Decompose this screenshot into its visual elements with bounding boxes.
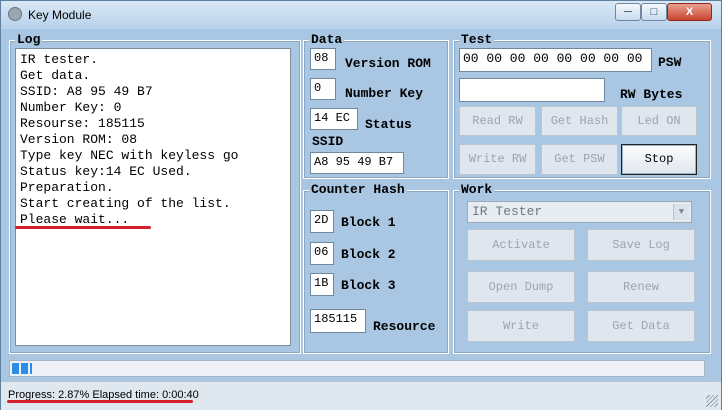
- key-module-window: Key Module ─ □ X Log IR tester. Get data…: [0, 0, 722, 410]
- close-button[interactable]: X: [667, 3, 712, 21]
- log-line: Status key:14 EC Used.: [20, 164, 192, 179]
- resize-grip-icon[interactable]: [706, 395, 718, 407]
- get-data-button[interactable]: Get Data: [587, 310, 695, 342]
- progress-fill: [12, 363, 32, 374]
- progress-bar: [9, 360, 705, 377]
- log-group-title: Log: [15, 32, 43, 47]
- chevron-down-icon[interactable]: ▼: [673, 204, 689, 220]
- rw-bytes-field[interactable]: [459, 78, 605, 102]
- title-bar: Key Module ─ □ X: [1, 1, 721, 29]
- write-rw-button[interactable]: Write RW: [459, 144, 536, 175]
- minimize-button[interactable]: ─: [615, 3, 641, 21]
- number-key-label: Number Key: [345, 86, 424, 101]
- get-psw-button[interactable]: Get PSW: [541, 144, 618, 175]
- log-line: Get data.: [20, 68, 91, 83]
- log-textarea[interactable]: IR tester. Get data. SSID: A8 95 49 B7 N…: [15, 48, 291, 346]
- psw-field[interactable]: 00 00 00 00 00 00 00 00: [459, 48, 652, 72]
- renew-button[interactable]: Renew: [587, 271, 695, 303]
- mode-select-value: IR Tester: [472, 204, 543, 219]
- log-line: Start creating of the list.: [20, 196, 231, 211]
- resource-label: Resource: [373, 319, 436, 334]
- version-rom-field[interactable]: 08: [310, 48, 336, 70]
- window-title: Key Module: [28, 8, 92, 22]
- status-bar: Progress: 2.87% Elapsed time: 0:00:40: [1, 381, 721, 410]
- log-line: Resourse: 185115: [20, 116, 145, 131]
- resource-field[interactable]: 185115: [310, 309, 366, 333]
- number-key-field[interactable]: 0: [310, 78, 336, 100]
- ssid-field[interactable]: A8 95 49 B7: [310, 152, 404, 174]
- log-line: Number Key: 0: [20, 100, 122, 115]
- block-2-label: Block 2: [341, 247, 396, 262]
- log-line: SSID: A8 95 49 B7: [20, 84, 153, 99]
- block-3-field[interactable]: 1B: [310, 273, 334, 296]
- log-line: Version ROM: 08: [20, 132, 138, 147]
- mode-select[interactable]: IR Tester ▼: [467, 201, 692, 223]
- block-1-field[interactable]: 2D: [310, 210, 334, 233]
- log-line: Type key NEC with keyless go: [20, 148, 239, 163]
- maximize-button[interactable]: □: [641, 3, 667, 21]
- log-line: Preparation.: [20, 180, 114, 195]
- test-group-title: Test: [459, 32, 495, 47]
- write-button[interactable]: Write: [467, 310, 575, 342]
- data-group-title: Data: [309, 32, 345, 47]
- activate-button[interactable]: Activate: [467, 229, 575, 261]
- status-highlight-underline: [7, 400, 193, 403]
- version-rom-label: Version ROM: [345, 56, 431, 71]
- block-1-label: Block 1: [341, 215, 396, 230]
- psw-label: PSW: [658, 55, 682, 70]
- open-dump-button[interactable]: Open Dump: [467, 271, 575, 303]
- ssid-label: SSID: [312, 134, 344, 149]
- block-2-field[interactable]: 06: [310, 242, 334, 265]
- stop-button[interactable]: Stop: [621, 144, 697, 175]
- block-3-label: Block 3: [341, 278, 396, 293]
- status-label: Status: [365, 117, 412, 132]
- get-hash-button[interactable]: Get Hash: [541, 106, 618, 136]
- led-on-button[interactable]: Led ON: [621, 106, 697, 136]
- rw-bytes-label: RW Bytes: [620, 87, 683, 102]
- status-field[interactable]: 14 EC: [310, 108, 358, 130]
- save-log-button[interactable]: Save Log: [587, 229, 695, 261]
- counter-hash-group-title: Counter Hash: [309, 182, 407, 197]
- app-icon: [8, 7, 22, 21]
- log-highlight-underline: [15, 226, 151, 229]
- read-rw-button[interactable]: Read RW: [459, 106, 536, 136]
- work-group-title: Work: [459, 182, 495, 197]
- log-line: IR tester.: [20, 52, 99, 67]
